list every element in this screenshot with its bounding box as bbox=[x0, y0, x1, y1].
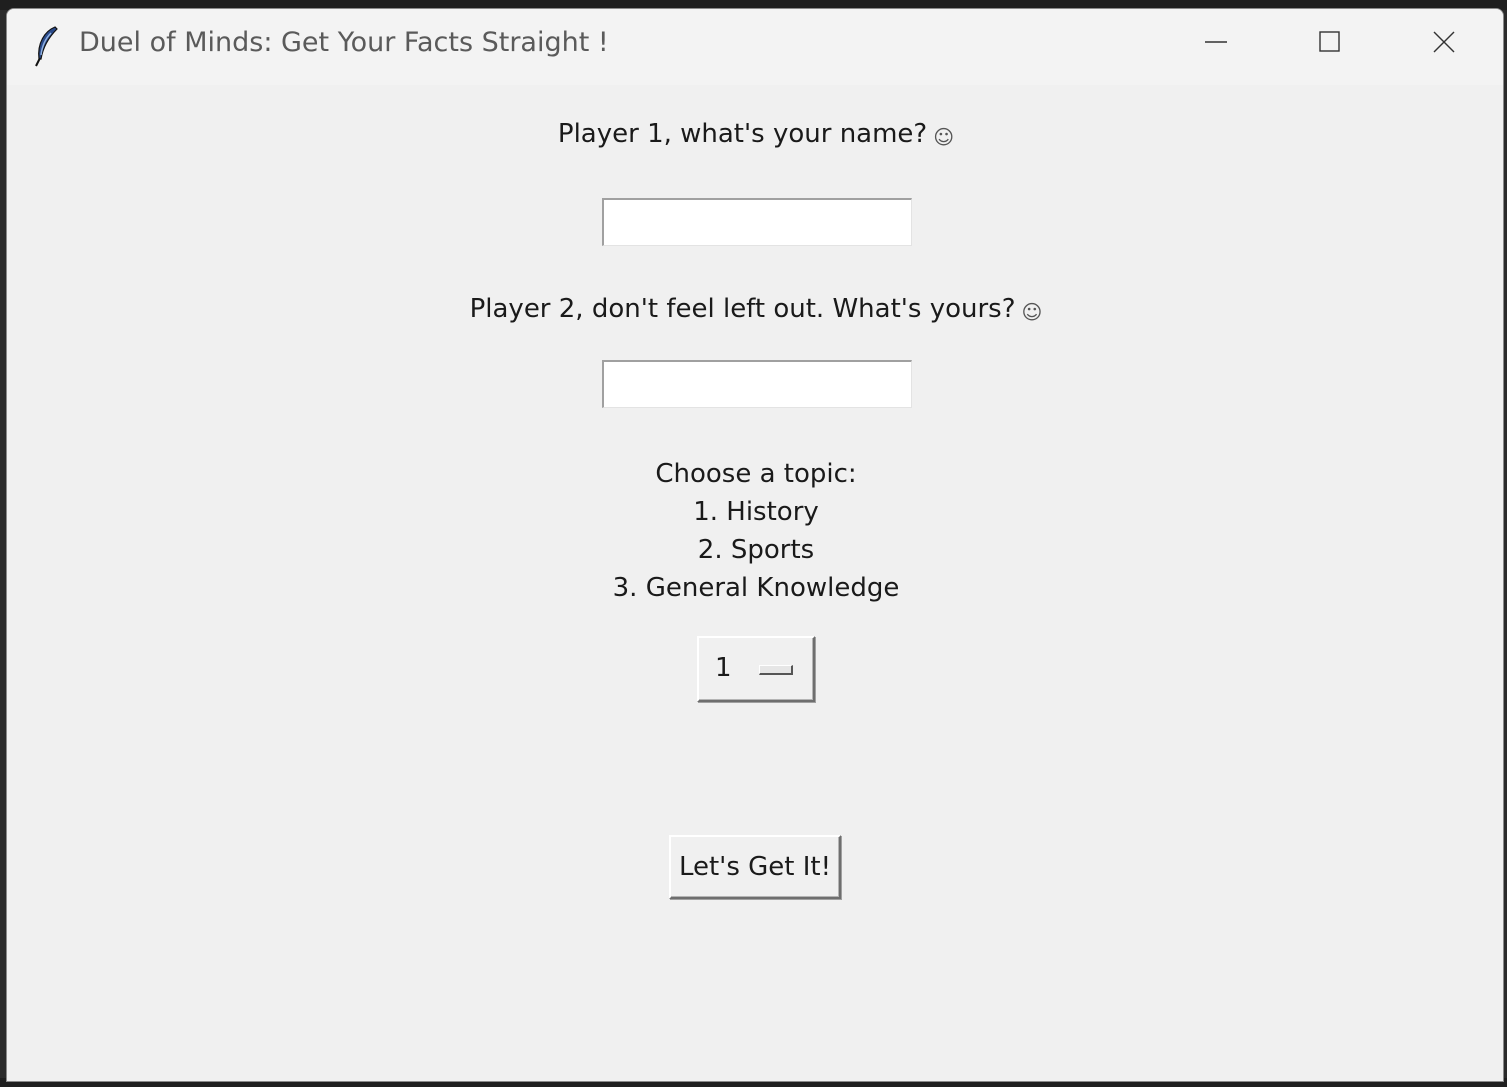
player1-label: Player 1, what's your name? bbox=[557, 119, 928, 149]
maximize-button[interactable] bbox=[1273, 9, 1387, 79]
close-icon bbox=[1432, 30, 1456, 58]
main-content: Player 1, what's your name? ☺ Player 2, d… bbox=[7, 85, 1503, 1081]
maximize-icon bbox=[1318, 30, 1342, 58]
start-game-button[interactable]: Let's Get It! bbox=[669, 835, 841, 899]
app-window: Duel of Minds: Get Your Facts Straight !… bbox=[6, 8, 1504, 1082]
player1-prompt: Player 1, what's your name? ☺ bbox=[7, 119, 1503, 149]
dropdown-indicator-icon bbox=[759, 665, 793, 675]
title-bar[interactable]: Duel of Minds: Get Your Facts Straight ! bbox=[7, 9, 1503, 85]
close-button[interactable] bbox=[1387, 9, 1501, 79]
topic-select[interactable]: 1 bbox=[697, 636, 815, 702]
player1-name-input[interactable] bbox=[602, 198, 912, 246]
topic-item-sports: 2. Sports bbox=[697, 535, 815, 565]
topic-item-general-knowledge: 3. General Knowledge bbox=[612, 573, 900, 603]
player2-label: Player 2, don't feel left out. What's yo… bbox=[469, 294, 1016, 324]
topic-heading: Choose a topic: bbox=[655, 459, 857, 489]
topic-select-value: 1 bbox=[715, 653, 732, 683]
player2-name-input[interactable] bbox=[602, 360, 912, 408]
minimize-button[interactable] bbox=[1159, 9, 1273, 79]
player2-prompt: Player 2, don't feel left out. What's yo… bbox=[7, 294, 1503, 324]
topic-list: Choose a topic: 1. History 2. Sports 3. … bbox=[7, 455, 1503, 607]
smiley-icon: ☺ bbox=[933, 125, 955, 149]
topic-item-history: 1. History bbox=[693, 497, 819, 527]
minimize-icon bbox=[1204, 30, 1228, 58]
nerd-face-icon: ☺ bbox=[1021, 300, 1043, 324]
window-title: Duel of Minds: Get Your Facts Straight ! bbox=[79, 27, 609, 58]
feather-icon bbox=[31, 25, 61, 67]
